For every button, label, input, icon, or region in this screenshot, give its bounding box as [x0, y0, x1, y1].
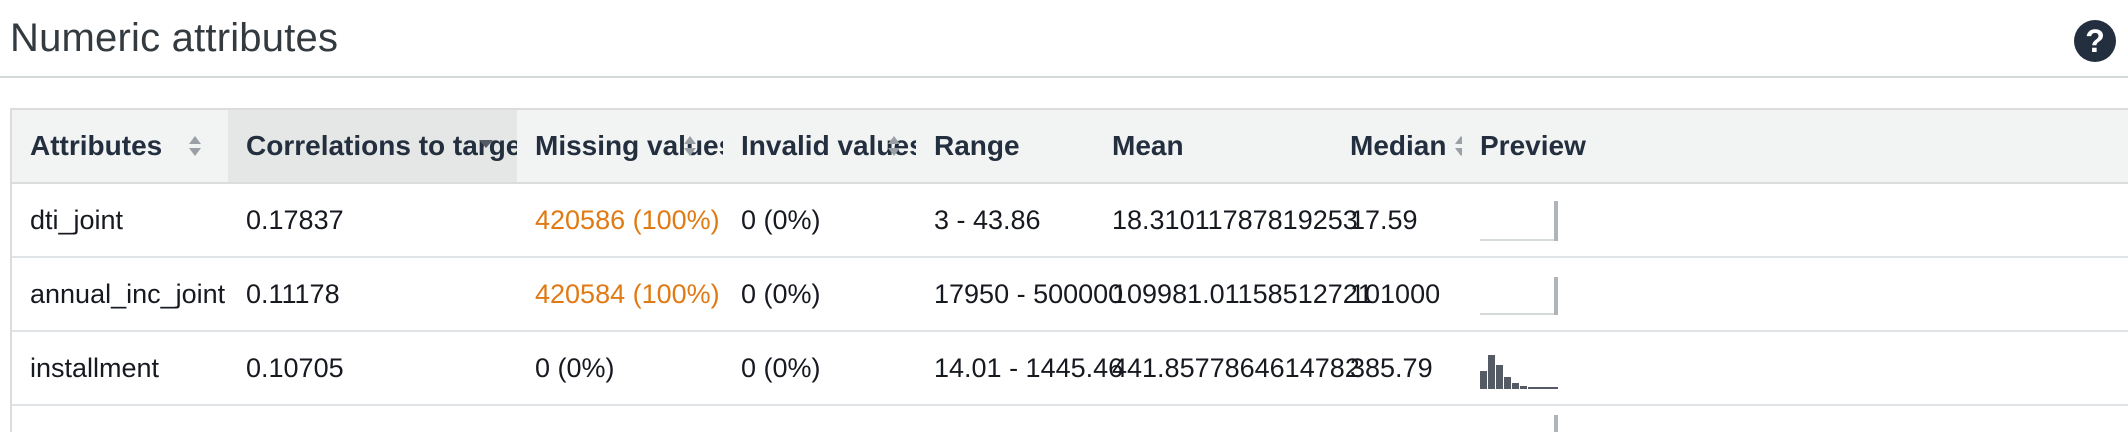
table-row-partial	[12, 405, 2128, 432]
sort-both-icon	[887, 134, 901, 158]
cell-attribute: installment	[12, 331, 228, 406]
cell-invalid-values: 0 (0%)	[723, 257, 916, 332]
cell-empty	[723, 405, 916, 432]
table-header-row: Attributes Correlations to target * Miss…	[12, 110, 2128, 184]
cell-attribute: annual_inc_joint	[12, 257, 228, 332]
column-header-median[interactable]: Median	[1332, 110, 1467, 184]
cell-empty	[12, 405, 228, 432]
cell-preview	[1462, 405, 2128, 432]
section-header: Numeric attributes ?	[0, 0, 2128, 78]
cell-preview	[1462, 331, 2128, 406]
cell-median: 17.59	[1332, 183, 1462, 258]
question-circle-icon[interactable]: ?	[2074, 20, 2116, 62]
histogram-icon	[1480, 355, 1558, 389]
sort-descending-icon	[478, 138, 493, 162]
column-header-attributes[interactable]: Attributes	[12, 110, 228, 184]
cell-correlation: 0.11178	[228, 257, 517, 332]
cell-mean: 109981.01158512721	[1094, 257, 1373, 332]
cell-median: 385.79	[1332, 331, 1462, 406]
cell-missing-values: 0 (0%)	[517, 331, 723, 406]
histogram-icon	[1480, 277, 1558, 315]
section-title: Numeric attributes	[10, 16, 339, 60]
cell-preview	[1462, 257, 2128, 332]
cell-correlation: 0.17837	[228, 183, 517, 258]
column-header-label: Preview	[1480, 130, 1586, 161]
cell-range: 17950 - 500000	[916, 257, 1123, 332]
column-header-correlations[interactable]: Correlations to target *	[228, 110, 549, 184]
cell-empty	[517, 405, 723, 432]
column-header-label: Attributes	[30, 130, 163, 161]
cell-missing-values: 420586 (100%)	[517, 183, 723, 258]
histogram-icon	[1554, 415, 1558, 432]
cell-correlation: 0.10705	[228, 331, 517, 406]
column-header-missing-values[interactable]: Missing values	[517, 110, 734, 184]
sort-both-icon	[188, 134, 202, 158]
cell-empty	[1332, 405, 1462, 432]
table-row: installment 0.10705 0 (0%) 0 (0%) 14.01 …	[12, 331, 2128, 406]
cell-missing-values: 420584 (100%)	[517, 257, 723, 332]
cell-range: 14.01 - 1445.46	[916, 331, 1123, 406]
table-row: annual_inc_joint 0.11178 420584 (100%) 0…	[12, 257, 2128, 332]
column-header-label: Mean	[1112, 130, 1184, 161]
cell-mean: 18.31011787819253	[1094, 183, 1358, 258]
column-header-label: Missing values	[535, 130, 735, 161]
cell-empty	[916, 405, 1094, 432]
cell-median: 101000	[1332, 257, 1462, 332]
histogram-icon	[1480, 201, 1558, 241]
column-header-invalid-values[interactable]: Invalid values	[723, 110, 925, 184]
column-header-preview: Preview	[1462, 110, 2128, 184]
cell-range: 3 - 43.86	[916, 183, 1094, 258]
cell-preview	[1462, 183, 2128, 258]
column-header-label: Median	[1350, 130, 1447, 161]
numeric-attributes-table: Attributes Correlations to target * Miss…	[10, 108, 2128, 432]
column-header-label: Correlations to target *	[246, 130, 550, 161]
sort-both-icon	[683, 134, 697, 158]
cell-invalid-values: 0 (0%)	[723, 331, 916, 406]
table-row: dti_joint 0.17837 420586 (100%) 0 (0%) 3…	[12, 183, 2128, 258]
column-header-mean[interactable]: Mean	[1094, 110, 1371, 184]
cell-attribute: dti_joint	[12, 183, 228, 258]
cell-mean: 441.8577864614782	[1094, 331, 1360, 406]
column-header-label: Range	[934, 130, 1020, 161]
cell-empty	[1094, 405, 1332, 432]
column-header-range[interactable]: Range	[916, 110, 1107, 184]
cell-empty	[228, 405, 517, 432]
cell-invalid-values: 0 (0%)	[723, 183, 916, 258]
